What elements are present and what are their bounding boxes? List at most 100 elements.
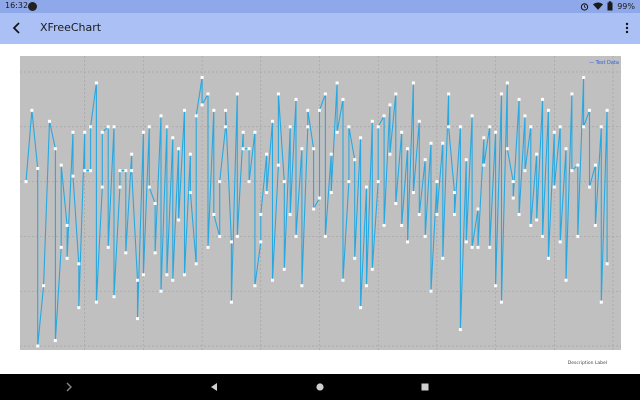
data-point <box>576 163 580 167</box>
data-point <box>247 147 251 151</box>
data-point <box>494 284 498 288</box>
alarm-icon <box>581 2 589 11</box>
data-point <box>605 108 609 112</box>
data-point <box>306 125 310 129</box>
data-point <box>59 245 63 249</box>
data-point <box>517 212 521 216</box>
data-point <box>300 147 304 151</box>
data-point <box>370 119 374 123</box>
data-point <box>435 212 439 216</box>
data-point <box>476 245 480 249</box>
data-point <box>411 81 415 85</box>
data-point <box>165 273 169 277</box>
data-point <box>312 147 316 151</box>
more-vert-icon[interactable] <box>620 17 634 39</box>
data-point <box>488 125 492 129</box>
data-point <box>247 180 251 184</box>
data-point <box>593 163 597 167</box>
chevron-right-icon[interactable] <box>62 380 76 394</box>
data-point <box>546 256 550 260</box>
data-point <box>329 152 333 156</box>
data-point <box>429 141 433 145</box>
wifi-icon <box>593 2 604 10</box>
arrow-back-icon[interactable] <box>6 17 28 39</box>
status-bar: 16:32 99% <box>0 0 640 13</box>
data-point <box>464 158 468 162</box>
data-point <box>42 284 46 288</box>
data-point <box>359 306 363 310</box>
data-point <box>194 262 198 266</box>
data-point <box>564 278 568 282</box>
data-point <box>276 163 280 167</box>
data-point <box>71 174 75 178</box>
data-point <box>588 108 592 112</box>
data-point <box>159 114 163 118</box>
data-point <box>347 180 351 184</box>
data-point <box>564 147 568 151</box>
data-point <box>224 108 228 112</box>
recents-nav-icon[interactable] <box>418 380 432 394</box>
data-point <box>106 245 110 249</box>
data-point <box>388 152 392 156</box>
data-point <box>65 256 69 260</box>
legend-label: — Test Data <box>589 60 619 66</box>
data-point <box>482 136 486 140</box>
chart-frame: — Test Data Description Label <box>6 48 635 371</box>
data-point <box>253 130 257 134</box>
data-point <box>406 240 410 244</box>
data-point <box>288 212 292 216</box>
data-point <box>335 81 339 85</box>
data-point <box>188 152 192 156</box>
data-point <box>153 251 157 255</box>
data-point <box>136 278 140 282</box>
data-point <box>511 180 515 184</box>
data-point <box>388 103 392 107</box>
data-point <box>282 267 286 271</box>
data-point <box>136 317 140 321</box>
data-point <box>406 147 410 151</box>
data-point <box>182 108 186 112</box>
data-point <box>364 284 368 288</box>
data-point <box>482 163 486 167</box>
data-point <box>89 125 93 129</box>
data-point <box>499 300 503 304</box>
app-title: XFreeChart <box>40 21 102 34</box>
data-point <box>558 125 562 129</box>
data-point <box>576 234 580 238</box>
data-point <box>458 125 462 129</box>
back-nav-icon[interactable] <box>207 380 221 394</box>
data-point <box>323 234 327 238</box>
data-point <box>171 136 175 140</box>
data-point <box>30 108 34 112</box>
data-point <box>182 273 186 277</box>
data-point <box>453 212 457 216</box>
data-point <box>364 185 368 189</box>
data-point <box>488 245 492 249</box>
data-point <box>212 212 216 216</box>
data-point <box>206 92 210 96</box>
data-point <box>288 125 292 129</box>
data-point <box>112 125 116 129</box>
data-point <box>171 278 175 282</box>
data-point <box>212 108 216 112</box>
data-point <box>494 130 498 134</box>
data-point <box>429 289 433 293</box>
data-point <box>499 92 503 96</box>
data-point <box>241 130 245 134</box>
data-point <box>265 191 269 195</box>
data-point <box>394 202 398 206</box>
data-point <box>271 119 275 123</box>
data-point <box>558 240 562 244</box>
data-point <box>453 191 457 195</box>
data-point <box>376 180 380 184</box>
chart[interactable]: — Test Data Description Label <box>6 48 635 371</box>
data-point <box>36 166 40 170</box>
app-bar: XFreeChart <box>0 13 640 44</box>
data-point <box>370 267 374 271</box>
data-point <box>423 234 427 238</box>
data-point <box>59 163 63 167</box>
data-point <box>100 130 104 134</box>
home-nav-icon[interactable] <box>313 380 327 394</box>
data-point <box>353 158 357 162</box>
data-point <box>147 125 151 129</box>
